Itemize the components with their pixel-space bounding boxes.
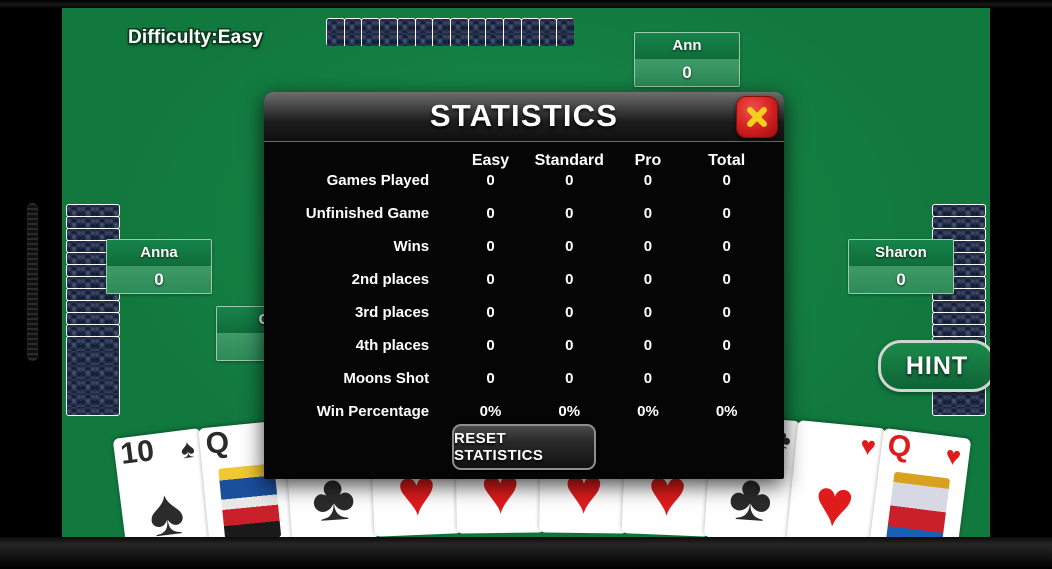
row-label: 4th places (355, 337, 430, 354)
table-row: 4th places 0 0 0 0 (282, 337, 766, 370)
card-rank: 10 (118, 434, 156, 471)
table-cell: 0 (722, 172, 731, 189)
card-rank: Q (885, 428, 914, 465)
table-cell: 0% (479, 403, 502, 420)
table-cell: 0 (565, 304, 574, 321)
card-back (467, 18, 487, 46)
table-cell: 0 (722, 238, 731, 255)
card-suit-icon: ♥ (859, 430, 878, 462)
card-suit-large-icon: ♥ (811, 464, 858, 542)
card-back (396, 18, 416, 46)
row-label: Games Played (326, 172, 430, 189)
device-bezel-right (990, 0, 1052, 569)
table-cell: 0% (637, 403, 659, 420)
table-cell: 0 (722, 205, 731, 222)
table-cell: 0 (565, 370, 574, 387)
dialog-titlebar: STATISTICS (264, 92, 784, 142)
table-row: Moons Shot 0 0 0 0 (282, 370, 766, 403)
table-cell: 0 (722, 337, 731, 354)
difficulty-label: Difficulty:Easy (128, 27, 263, 48)
close-icon[interactable] (736, 96, 778, 138)
dialog-title: STATISTICS (429, 98, 619, 133)
table-cell: 0% (715, 403, 738, 420)
card-back (503, 18, 522, 46)
card-back (485, 18, 505, 46)
card-back (326, 18, 345, 46)
table-cell: 0 (486, 304, 495, 321)
card-back (361, 18, 381, 46)
table-row: 2nd places 0 0 0 0 (282, 271, 766, 304)
table-cell: 0 (486, 238, 495, 255)
column-header: Pro (634, 152, 662, 169)
opponent-hand-top (326, 18, 574, 46)
table-cell: 0 (565, 205, 574, 222)
row-label: Unfinished Game (305, 205, 430, 222)
player-plate-anna: Anna 0 (106, 239, 212, 294)
player-score: 0 (635, 59, 739, 86)
card-back (414, 18, 434, 46)
player-score: 0 (849, 266, 953, 293)
device-bezel-bottom (0, 537, 1052, 569)
table-row: Unfinished Game 0 0 0 0 (282, 205, 766, 238)
table-cell: 0 (722, 370, 731, 387)
table-cell: 0 (643, 337, 653, 354)
row-label: 2nd places (351, 271, 430, 288)
row-label: Moons Shot (343, 370, 430, 387)
player-plate-ann: Ann 0 (634, 32, 740, 87)
column-header: Total (708, 152, 746, 169)
card-back (379, 18, 398, 46)
table-cell: 0 (643, 370, 653, 387)
player-name: Ann (635, 33, 739, 59)
table-header-row: Easy Standard Pro Total (282, 152, 766, 172)
device-button-rocker[interactable] (27, 203, 38, 361)
table-cell: 0 (565, 238, 574, 255)
row-label: 3rd places (354, 304, 430, 321)
player-plate-sharon: Sharon 0 (848, 239, 954, 294)
card-suit-icon: ♠ (178, 432, 197, 465)
card-back (556, 18, 574, 46)
table-cell: 0% (558, 403, 581, 420)
card-back (520, 18, 540, 46)
player-name: Anna (107, 240, 211, 266)
card-back (432, 18, 452, 46)
card-rank: Q (204, 425, 231, 461)
hint-button[interactable]: HINT (878, 340, 996, 392)
device-bezel-top (0, 0, 1052, 8)
card-back (538, 18, 558, 46)
table-cell: 0 (486, 370, 495, 387)
player-name: Sharon (849, 240, 953, 266)
card-suit-icon: ♥ (943, 440, 963, 472)
table-cell: 0 (722, 304, 731, 321)
card-back (450, 18, 469, 46)
statistics-dialog: STATISTICS Easy Standard Pro Total Games Pla… (264, 92, 784, 479)
opponent-hand-left (66, 204, 120, 416)
table-cell: 0 (486, 337, 495, 354)
player-score: 0 (107, 266, 211, 293)
app-screen: Difficulty:Easy Ann 0 Anna 0 Sharon 0 Gu… (0, 0, 1052, 569)
column-header: Standard (534, 152, 604, 169)
table-cell: 0 (643, 304, 653, 321)
table-cell: 0 (643, 172, 653, 189)
table-cell: 0 (486, 172, 495, 189)
table-cell: 0 (486, 205, 495, 222)
card-back (66, 336, 120, 416)
row-label: Win Percentage (316, 403, 430, 420)
table-row: 3rd places 0 0 0 0 (282, 304, 766, 337)
table-cell: 0 (643, 238, 653, 255)
table-cell: 0 (486, 271, 495, 288)
table-cell: 0 (722, 271, 731, 288)
column-header: Easy (471, 152, 510, 169)
table-cell: 0 (643, 271, 653, 288)
statistics-table: Easy Standard Pro Total Games Played 0 0 0 0 Unfi… (264, 142, 784, 436)
table-cell: 0 (565, 172, 574, 189)
table-cell: 0 (565, 337, 574, 354)
table-cell: 0 (565, 271, 574, 288)
row-label: Wins (393, 238, 430, 255)
reset-statistics-button[interactable]: RESET STATISTICS (452, 424, 596, 470)
card-back (343, 18, 363, 46)
table-row: Wins 0 0 0 0 (282, 238, 766, 271)
table-row: Games Played 0 0 0 0 (282, 172, 766, 205)
table-cell: 0 (643, 205, 653, 222)
